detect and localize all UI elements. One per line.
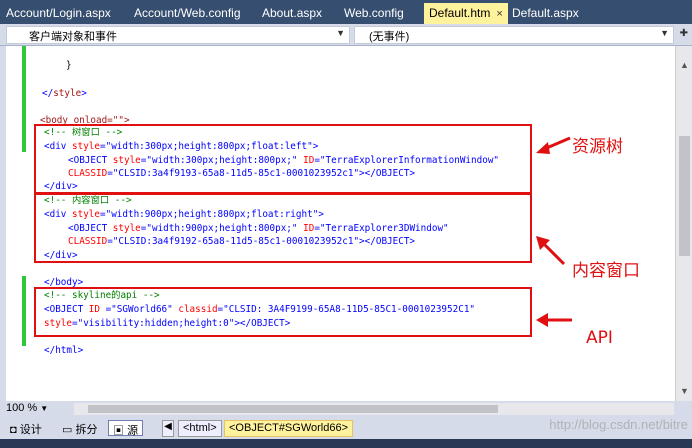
breadcrumb-object[interactable]: <OBJECT#SGWorld66> <box>224 420 354 437</box>
editor-footer: 100 % ▼ <box>0 401 692 417</box>
horizontal-scrollbar[interactable] <box>74 403 674 415</box>
button-label: 源 <box>127 425 139 437</box>
scroll-up-icon[interactable]: ▲ <box>676 60 692 74</box>
close-icon[interactable]: × <box>496 8 502 20</box>
button-label: 设计 <box>19 424 42 436</box>
split-icon[interactable]: ✚ <box>680 28 688 39</box>
design-icon: ◘ <box>10 424 17 436</box>
vertical-scrollbar[interactable]: ▲ ▼ <box>675 46 692 401</box>
change-marker <box>22 46 26 152</box>
split-icon: ▭ <box>62 424 73 436</box>
code-line: } <box>66 60 72 71</box>
chevron-down-icon: ▼ <box>336 28 345 38</box>
zoom-value: 100 % <box>6 402 38 414</box>
content-window-highlight <box>34 193 532 263</box>
scroll-down-icon[interactable]: ▼ <box>676 386 692 400</box>
watermark: http://blog.csdn.net/bitre <box>549 417 688 432</box>
code-line: </style> <box>42 88 87 99</box>
navigation-bar: 客户端对象和事件 ▼ (无事件) ▼ ✚ <box>0 24 692 46</box>
source-view-button[interactable]: ▣ 源 <box>108 420 144 437</box>
scroll-thumb[interactable] <box>679 136 690 256</box>
tab-default-aspx[interactable]: Default.aspx <box>512 3 579 24</box>
document-tab-strip: Account/Login.aspx Account/Web.config Ab… <box>0 0 692 24</box>
arrow-icon <box>536 236 566 266</box>
client-objects-dropdown[interactable]: 客户端对象和事件 ▼ <box>6 26 350 44</box>
tab-label: Default.htm <box>429 6 491 20</box>
tab-label: Account/Login.aspx <box>6 6 111 20</box>
events-dropdown[interactable]: (无事件) ▼ <box>354 26 674 44</box>
tab-label: Web.config <box>344 6 404 20</box>
previous-tag-icon[interactable]: ◀ <box>162 420 174 437</box>
tab-account-login[interactable]: Account/Login.aspx <box>6 3 111 24</box>
split-view-button[interactable]: ▭ 拆分 <box>58 420 101 436</box>
tab-label: Default.aspx <box>512 6 579 20</box>
content-annotation: 内容窗口 <box>572 261 640 281</box>
window-bottom-border <box>0 439 692 448</box>
breadcrumb-html[interactable]: <html> <box>178 420 222 437</box>
arrow-icon <box>536 313 572 327</box>
tab-about[interactable]: About.aspx <box>262 3 322 24</box>
chevron-down-icon: ▼ <box>40 404 49 413</box>
source-icon: ▣ <box>113 425 124 437</box>
button-label: 拆分 <box>75 424 98 436</box>
tab-default-htm[interactable]: Default.htm × <box>424 3 508 24</box>
change-marker <box>22 276 26 346</box>
api-annotation: API <box>586 328 613 348</box>
dropdown-value: (无事件) <box>369 31 410 43</box>
tab-label: Account/Web.config <box>134 6 241 20</box>
scroll-thumb[interactable] <box>88 405 498 413</box>
arrow-icon <box>536 136 571 154</box>
tree-annotation: 资源树 <box>572 137 623 157</box>
chevron-down-icon: ▼ <box>660 28 669 38</box>
design-view-button[interactable]: ◘ 设计 <box>6 420 46 436</box>
tree-window-highlight <box>34 124 532 194</box>
code-line: </html> <box>44 345 84 356</box>
tab-label: About.aspx <box>262 6 323 20</box>
code-editor[interactable]: } </style> <body onload=""> <!-- 树窗口 -->… <box>0 46 692 401</box>
dropdown-value: 客户端对象和事件 <box>29 31 117 43</box>
tab-account-web-config[interactable]: Account/Web.config <box>134 3 241 24</box>
tab-web-config[interactable]: Web.config <box>344 3 404 24</box>
zoom-level[interactable]: 100 % ▼ <box>6 402 48 414</box>
api-object-highlight <box>34 287 532 337</box>
